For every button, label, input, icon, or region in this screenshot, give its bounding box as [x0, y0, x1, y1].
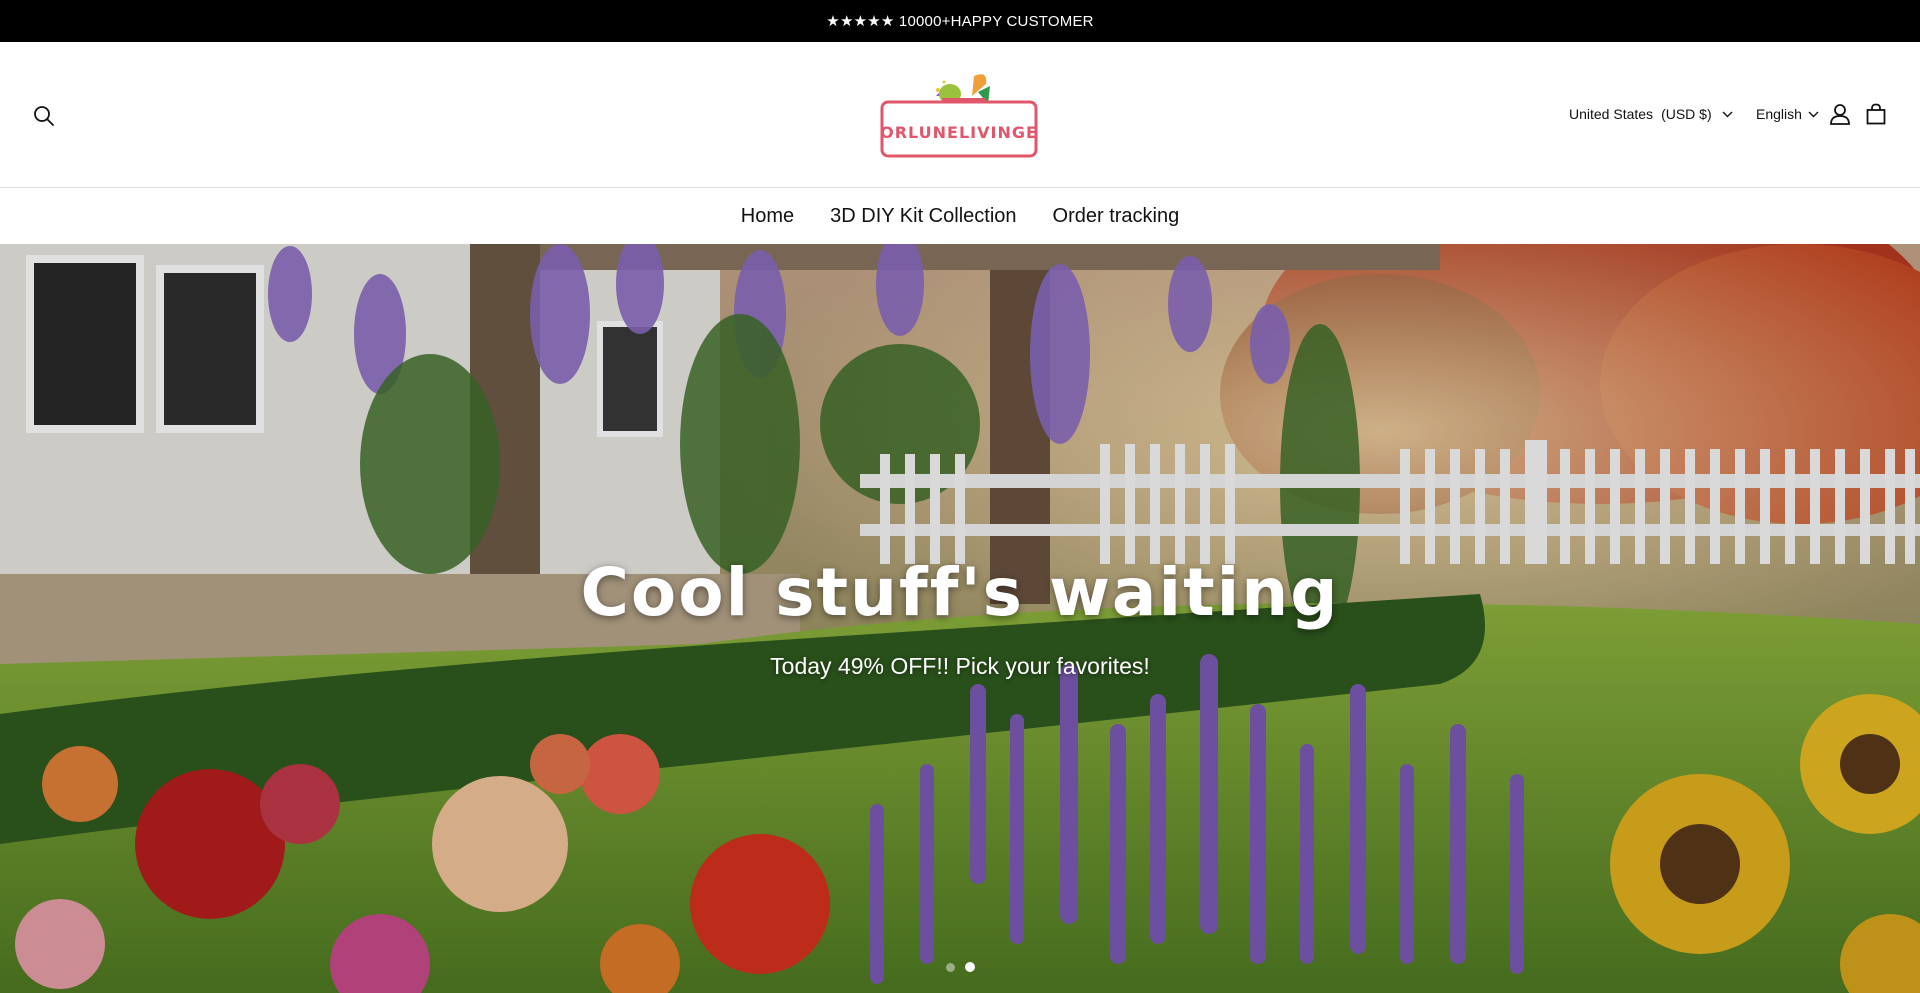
language-label: English	[1756, 106, 1802, 122]
hero-text: Cool stuff's waiting Today 49% OFF!! Pic…	[0, 554, 1920, 680]
hero-title: Cool stuff's waiting	[580, 554, 1340, 631]
currency-label: (USD $)	[1661, 106, 1712, 122]
slide-dot-1[interactable]	[946, 962, 955, 972]
hero-subtitle: Today 49% OFF!! Pick your favorites!	[770, 653, 1150, 679]
account-icon	[1830, 104, 1850, 125]
site-logo[interactable]: ORLUNELIVINGE	[878, 66, 1042, 162]
slideshow-dots	[946, 962, 975, 972]
country-label: United States	[1569, 106, 1654, 122]
slide-dot-2[interactable]	[965, 962, 975, 972]
nav-item-3d-diy-kit-collection[interactable]: 3D DIY Kit Collection	[812, 205, 1034, 228]
account-button[interactable]	[1824, 98, 1856, 130]
nav-item-home[interactable]: Home	[723, 205, 812, 228]
cart-icon	[1866, 103, 1886, 125]
nav-item-order-tracking[interactable]: Order tracking	[1035, 205, 1198, 228]
cart-button[interactable]	[1860, 98, 1892, 130]
country-selector[interactable]: United States (USD $)	[1569, 98, 1733, 130]
main-navigation: Home 3D DIY Kit Collection Order trackin…	[0, 188, 1920, 244]
language-selector[interactable]: English	[1756, 98, 1819, 130]
svg-text:ORLUNELIVINGE: ORLUNELIVINGE	[880, 123, 1038, 142]
chevron-down-icon	[1808, 111, 1819, 118]
announcement-text: ★★★★★ 10000+HAPPY CUSTOMER	[826, 13, 1094, 30]
search-icon	[34, 106, 54, 126]
search-button[interactable]	[28, 100, 60, 132]
site-header: ORLUNELIVINGE United States (USD $) Engl…	[0, 42, 1920, 188]
logo-basket-icon: ORLUNELIVINGE	[880, 74, 1038, 158]
chevron-down-icon	[1722, 111, 1733, 118]
announcement-bar: ★★★★★ 10000+HAPPY CUSTOMER	[0, 0, 1920, 42]
hero-banner[interactable]: Cool stuff's waiting Today 49% OFF!! Pic…	[0, 244, 1920, 993]
